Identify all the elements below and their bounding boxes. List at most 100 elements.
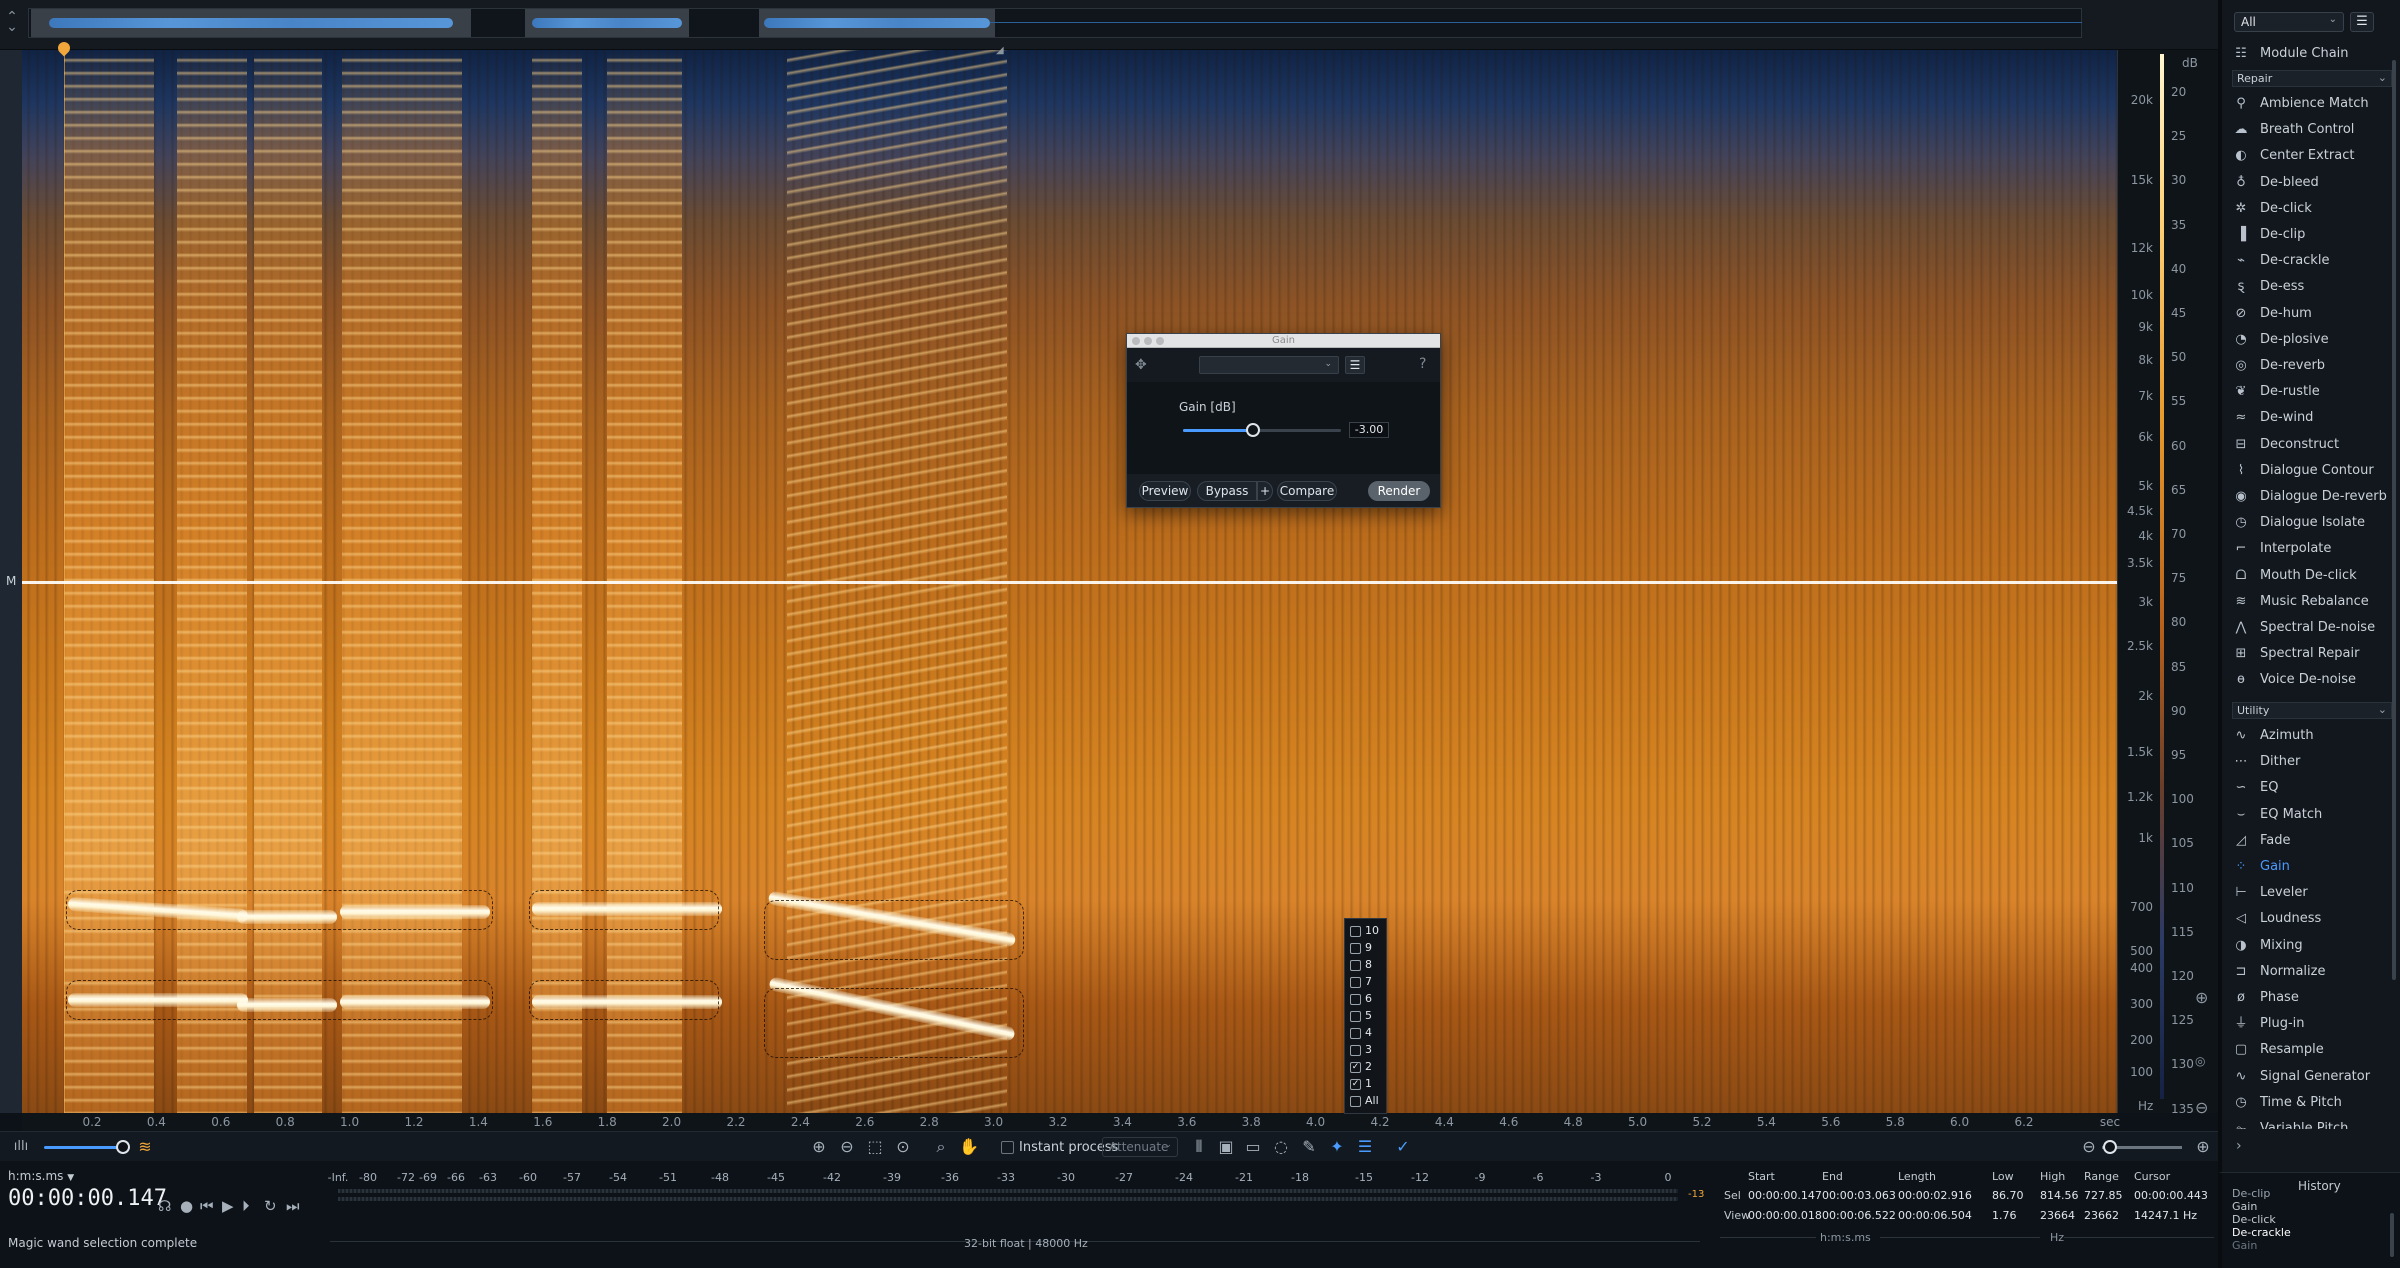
magic-wand-selection[interactable]: [66, 980, 493, 1020]
vertical-zoom-knob-icon[interactable]: ◎: [2195, 1054, 2205, 1068]
magic-wand-icon[interactable]: ✦: [1326, 1137, 1348, 1157]
module-item-ambience-match[interactable]: ⚲ Ambience Match: [2230, 92, 2390, 116]
compare-button[interactable]: Compare: [1277, 481, 1337, 501]
module-item-spectral-de-noise[interactable]: ⋀ Spectral De-noise: [2230, 616, 2390, 640]
harmonic-option[interactable]: 7: [1350, 974, 1384, 990]
harmonic-option[interactable]: 4: [1350, 1025, 1384, 1041]
collapse-icon[interactable]: ⌃ ⌄: [4, 10, 20, 34]
module-list-scrollbar[interactable]: [2392, 60, 2396, 980]
zoom-out-icon[interactable]: ⊖: [2195, 1098, 2208, 1117]
module-item-resample[interactable]: ▢ Resample: [2230, 1038, 2390, 1062]
harmonic-option[interactable]: ✓ 2: [1350, 1059, 1384, 1075]
module-item-de-clip[interactable]: ▐ De-clip: [2230, 223, 2390, 247]
render-button[interactable]: Render: [1368, 481, 1430, 501]
history-entry[interactable]: De-crackle: [2232, 1226, 2291, 1239]
view-value[interactable]: 23664: [2040, 1209, 2075, 1222]
module-item-plug-in[interactable]: ⏚ Plug-in: [2230, 1012, 2390, 1036]
module-item-spectral-repair[interactable]: ⊞ Spectral Repair: [2230, 642, 2390, 666]
module-item-de-click[interactable]: ✲ De-click: [2230, 197, 2390, 221]
bypass-button[interactable]: Bypass: [1197, 481, 1257, 501]
harmonic-checkbox[interactable]: [1350, 1096, 1361, 1107]
harmonic-checkbox[interactable]: ✓: [1350, 1079, 1361, 1090]
horizontal-cursor-line[interactable]: [22, 581, 2117, 584]
module-item-time-and-pitch[interactable]: ◷ Time & Pitch: [2230, 1091, 2390, 1115]
harmonic-checkbox[interactable]: [1350, 994, 1361, 1005]
gain-module-window[interactable]: Gain ✥ ⌄ ☰ ? Gain [dB] -3.00 Preview Byp…: [1126, 333, 1441, 508]
module-item-de-plosive[interactable]: ◔ De-plosive: [2230, 328, 2390, 352]
module-item-voice-de-noise[interactable]: ɵ Voice De-noise: [2230, 668, 2390, 692]
harmonic-option[interactable]: 5: [1350, 1008, 1384, 1024]
play-selection-icon[interactable]: ⏵: [242, 1197, 250, 1215]
go-to-start-icon[interactable]: ⏮: [200, 1197, 214, 1215]
zoom-in-icon[interactable]: ⊕: [2195, 988, 2208, 1007]
selection-value[interactable]: 814.56: [2040, 1189, 2079, 1202]
preset-select[interactable]: ⌄: [1199, 356, 1339, 374]
help-icon[interactable]: ?: [1419, 356, 1426, 372]
module-item-de-bleed[interactable]: ♁ De-bleed: [2230, 171, 2390, 195]
module-item-dialogue-de-reverb[interactable]: ◉ Dialogue De-reverb: [2230, 485, 2390, 509]
module-item-normalize[interactable]: ⊐ Normalize: [2230, 960, 2390, 984]
history-entry[interactable]: Gain: [2232, 1239, 2257, 1252]
harmonic-checkbox[interactable]: [1350, 977, 1361, 988]
harmonic-option[interactable]: All: [1350, 1093, 1384, 1109]
module-item-de-wind[interactable]: ≈ De-wind: [2230, 406, 2390, 430]
hand-tool-icon[interactable]: ✋: [958, 1137, 980, 1157]
view-value[interactable]: 1.76: [1992, 1209, 2017, 1222]
preview-button[interactable]: Preview: [1139, 481, 1191, 501]
module-item-loudness[interactable]: ◁ Loudness: [2230, 907, 2390, 931]
record-icon[interactable]: ●: [180, 1197, 193, 1215]
time-selection-icon[interactable]: ⫴: [1188, 1137, 1210, 1157]
harmonic-option[interactable]: ✓ 1: [1350, 1076, 1384, 1092]
frequency-selection-icon[interactable]: ▭: [1242, 1137, 1264, 1157]
module-item-eq-match[interactable]: ⌣ EQ Match: [2230, 803, 2390, 827]
overview-region[interactable]: [525, 9, 689, 37]
harmonics-dropdown[interactable]: 10 9 8 7 6 5 4 3 ✓ 2 ✓ 1 All: [1344, 918, 1387, 1114]
module-item-de-ess[interactable]: ȿ De-ess: [2230, 275, 2390, 299]
db-axis[interactable]: 20 25 30 35 40 45 50 55 60 65 70 75 80 85 90 95 100 105 11…: [2159, 50, 2218, 1116]
waveform-overview[interactable]: ⌃ ⌄: [0, 0, 2218, 50]
module-item-gain[interactable]: ⁘ Gain: [2230, 855, 2390, 879]
module-item-de-reverb[interactable]: ◎ De-reverb: [2230, 354, 2390, 378]
harmonic-checkbox[interactable]: ✓: [1350, 1062, 1361, 1073]
history-entry[interactable]: Gain: [2232, 1200, 2257, 1213]
overview-track[interactable]: [28, 8, 2082, 38]
magic-wand-selection[interactable]: [764, 988, 1024, 1058]
lasso-icon[interactable]: ◌: [1270, 1137, 1292, 1157]
zoom-out-icon[interactable]: ⊖: [836, 1137, 858, 1157]
waveform-spectrogram-slider-handle[interactable]: [116, 1140, 130, 1154]
category-header-utility[interactable]: Utility ⌄: [2232, 702, 2392, 719]
module-item-breath-control[interactable]: ☁ Breath Control: [2230, 118, 2390, 142]
harmonic-checkbox[interactable]: [1350, 1011, 1361, 1022]
zoom-full-icon[interactable]: ⊙: [892, 1137, 914, 1157]
zoom-in-icon[interactable]: ⊕: [808, 1137, 830, 1157]
preset-menu-icon[interactable]: ☰: [1345, 356, 1365, 374]
zoom-in-icon[interactable]: ⊕: [2192, 1137, 2214, 1157]
module-item-mouth-de-click[interactable]: ᗝ Mouth De-click: [2230, 564, 2390, 588]
zoom-tool-icon[interactable]: ⌕: [930, 1137, 952, 1157]
gain-value-field[interactable]: -3.00: [1349, 422, 1389, 438]
module-item-de-hum[interactable]: ⊘ De-hum: [2230, 302, 2390, 326]
harmonic-option[interactable]: 6: [1350, 991, 1384, 1007]
history-scrollbar[interactable]: [2390, 1213, 2394, 1257]
zoom-selection-icon[interactable]: ⬚: [864, 1137, 886, 1157]
zoom-out-icon[interactable]: ⊖: [2078, 1137, 2100, 1157]
module-item-interpolate[interactable]: ⌐ Interpolate: [2230, 537, 2390, 561]
module-item-phase[interactable]: ø Phase: [2230, 986, 2390, 1010]
gain-slider-handle[interactable]: [1245, 423, 1260, 437]
view-value[interactable]: 00:00:06.522: [1822, 1209, 1896, 1222]
view-value[interactable]: 14247.1 Hz: [2134, 1209, 2197, 1222]
selection-value[interactable]: 727.85: [2084, 1189, 2123, 1202]
module-chain-button[interactable]: ☷ Module Chain: [2230, 42, 2390, 66]
move-icon[interactable]: ✥: [1135, 357, 1147, 373]
module-item-center-extract[interactable]: ◐ Center Extract: [2230, 144, 2390, 168]
module-item-eq[interactable]: ∽ EQ: [2230, 776, 2390, 800]
magic-wand-selection[interactable]: [66, 890, 493, 930]
harmonic-option[interactable]: 8: [1350, 957, 1384, 973]
module-item-deconstruct[interactable]: ⊟ Deconstruct: [2230, 433, 2390, 457]
waveform-spectrogram-slider[interactable]: [44, 1146, 126, 1149]
go-to-end-icon[interactable]: ⏭: [286, 1197, 300, 1215]
bypass-add-button[interactable]: +: [1257, 481, 1273, 501]
spectrogram-icon[interactable]: ≋: [134, 1137, 156, 1157]
module-item-mixing[interactable]: ◑ Mixing: [2230, 934, 2390, 958]
history-entry[interactable]: De-clip: [2232, 1187, 2270, 1200]
